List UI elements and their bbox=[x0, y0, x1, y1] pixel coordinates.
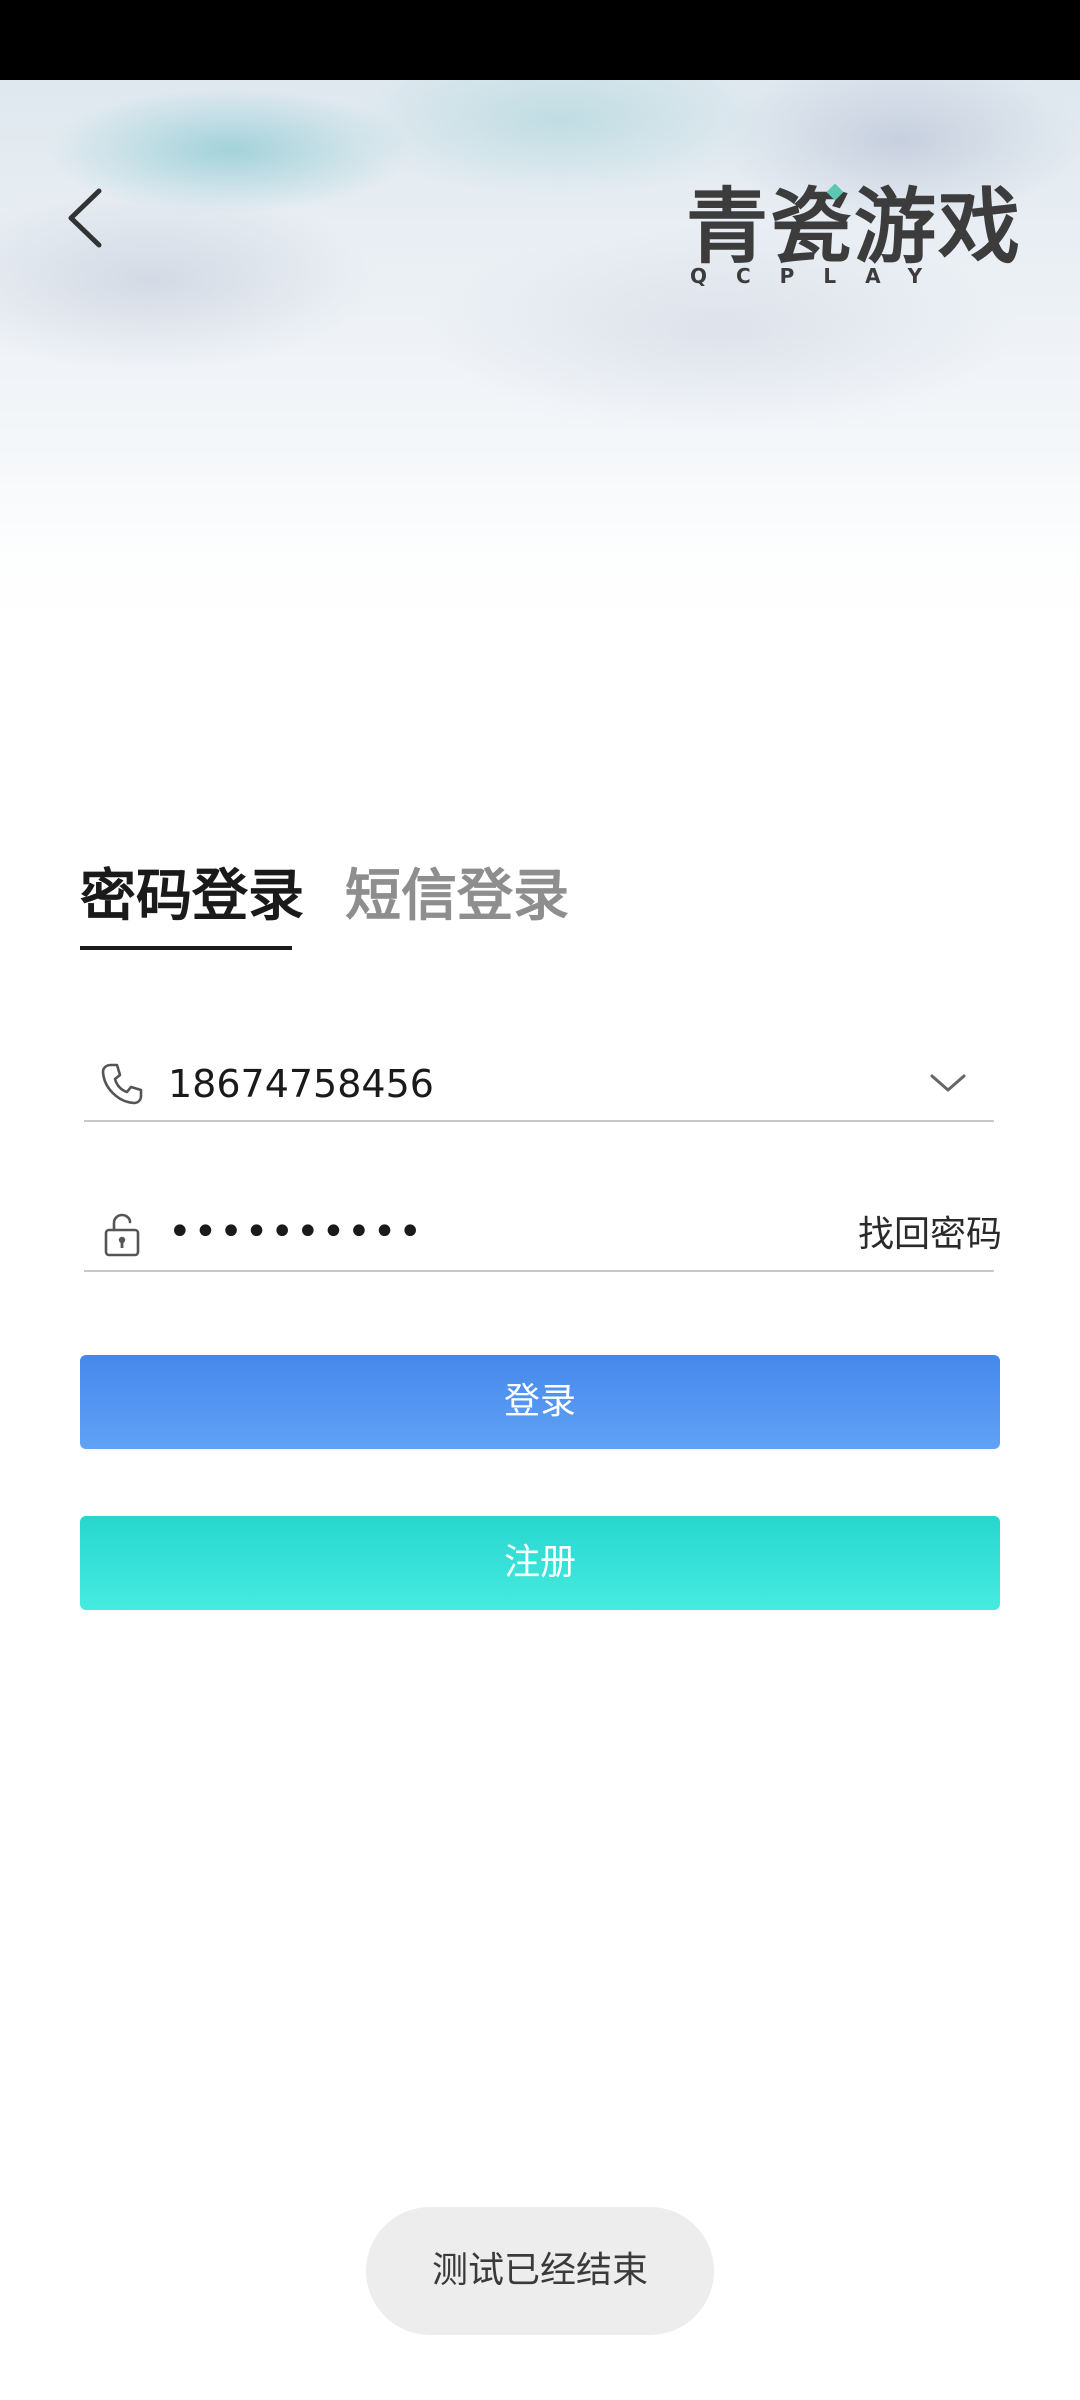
tab-sms-login[interactable]: 短信登录 bbox=[345, 862, 569, 932]
phone-field-underline bbox=[84, 1120, 994, 1122]
lock-icon bbox=[104, 1213, 140, 1257]
back-button[interactable] bbox=[60, 185, 110, 251]
password-input[interactable]: •••••••••• bbox=[168, 1206, 728, 1258]
tab-password-login[interactable]: 密码登录 bbox=[80, 862, 304, 932]
password-field-underline bbox=[84, 1270, 994, 1272]
password-field[interactable]: •••••••••• 找回密码 bbox=[84, 1192, 1002, 1272]
phone-input[interactable] bbox=[168, 1060, 848, 1108]
header-fade bbox=[0, 460, 1080, 640]
phone-icon bbox=[101, 1063, 143, 1105]
logo-text: 青瓷游戏 bbox=[686, 180, 1023, 275]
phone-field[interactable] bbox=[84, 1042, 994, 1122]
chevron-left-icon bbox=[68, 188, 102, 248]
toast-message: 测试已经结束 bbox=[366, 2207, 714, 2335]
forgot-password-link[interactable]: 找回密码 bbox=[858, 1212, 1002, 1258]
status-bar bbox=[0, 0, 1080, 80]
chevron-down-icon[interactable] bbox=[928, 1066, 968, 1100]
logo-subtext: QCPLAY bbox=[690, 264, 952, 288]
active-tab-indicator bbox=[80, 946, 292, 950]
header-background bbox=[0, 80, 1080, 640]
login-button[interactable]: 登录 bbox=[80, 1355, 1000, 1449]
register-button[interactable]: 注册 bbox=[80, 1516, 1000, 1610]
brand-logo: 青瓷游戏 QCPLAY bbox=[686, 180, 1020, 290]
